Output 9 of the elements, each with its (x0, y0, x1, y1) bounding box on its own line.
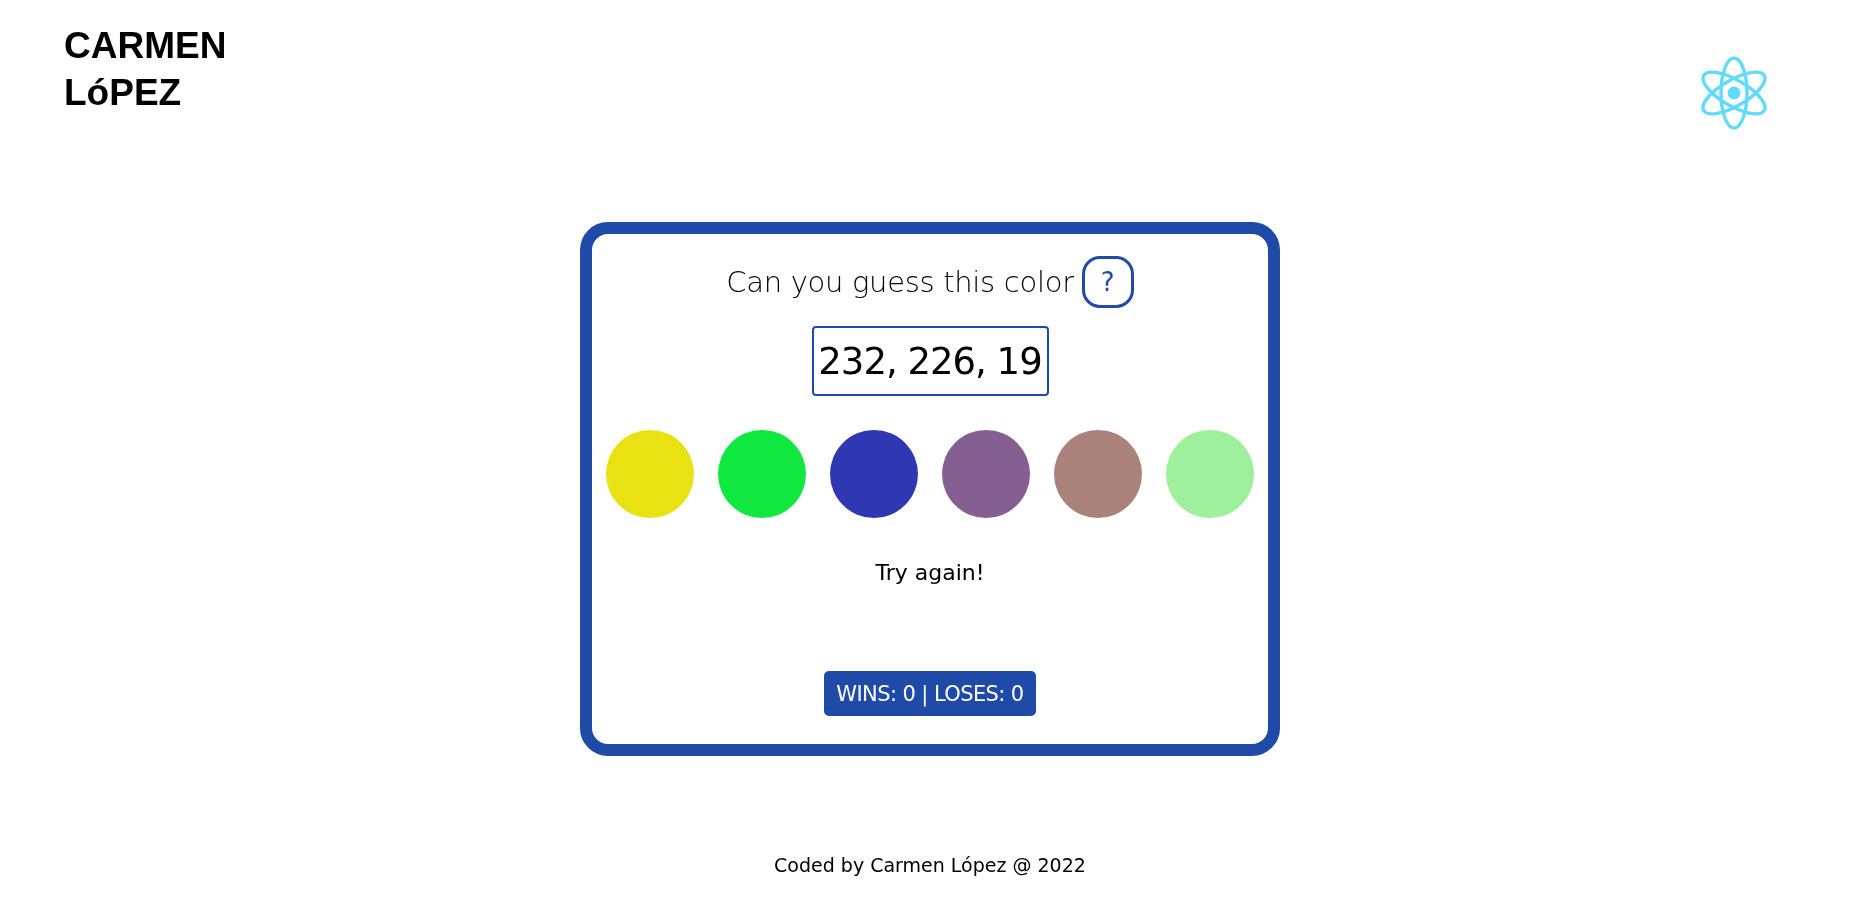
score-badge: WINS: 0 | LOSES: 0 (824, 671, 1036, 716)
rgb-code-display: 232, 226, 19 (811, 326, 1049, 396)
atom-icon (1700, 55, 1768, 131)
logo-text: LóPEZ (64, 71, 182, 115)
help-button[interactable]: ? (1081, 256, 1134, 308)
result-message: Try again! (875, 559, 985, 587)
prompt-text: Can you guess this color (726, 265, 1074, 299)
footer-credit: Coded by Carmen López @ 2022 (774, 853, 1086, 878)
logo-text: CARMEN (64, 24, 227, 68)
